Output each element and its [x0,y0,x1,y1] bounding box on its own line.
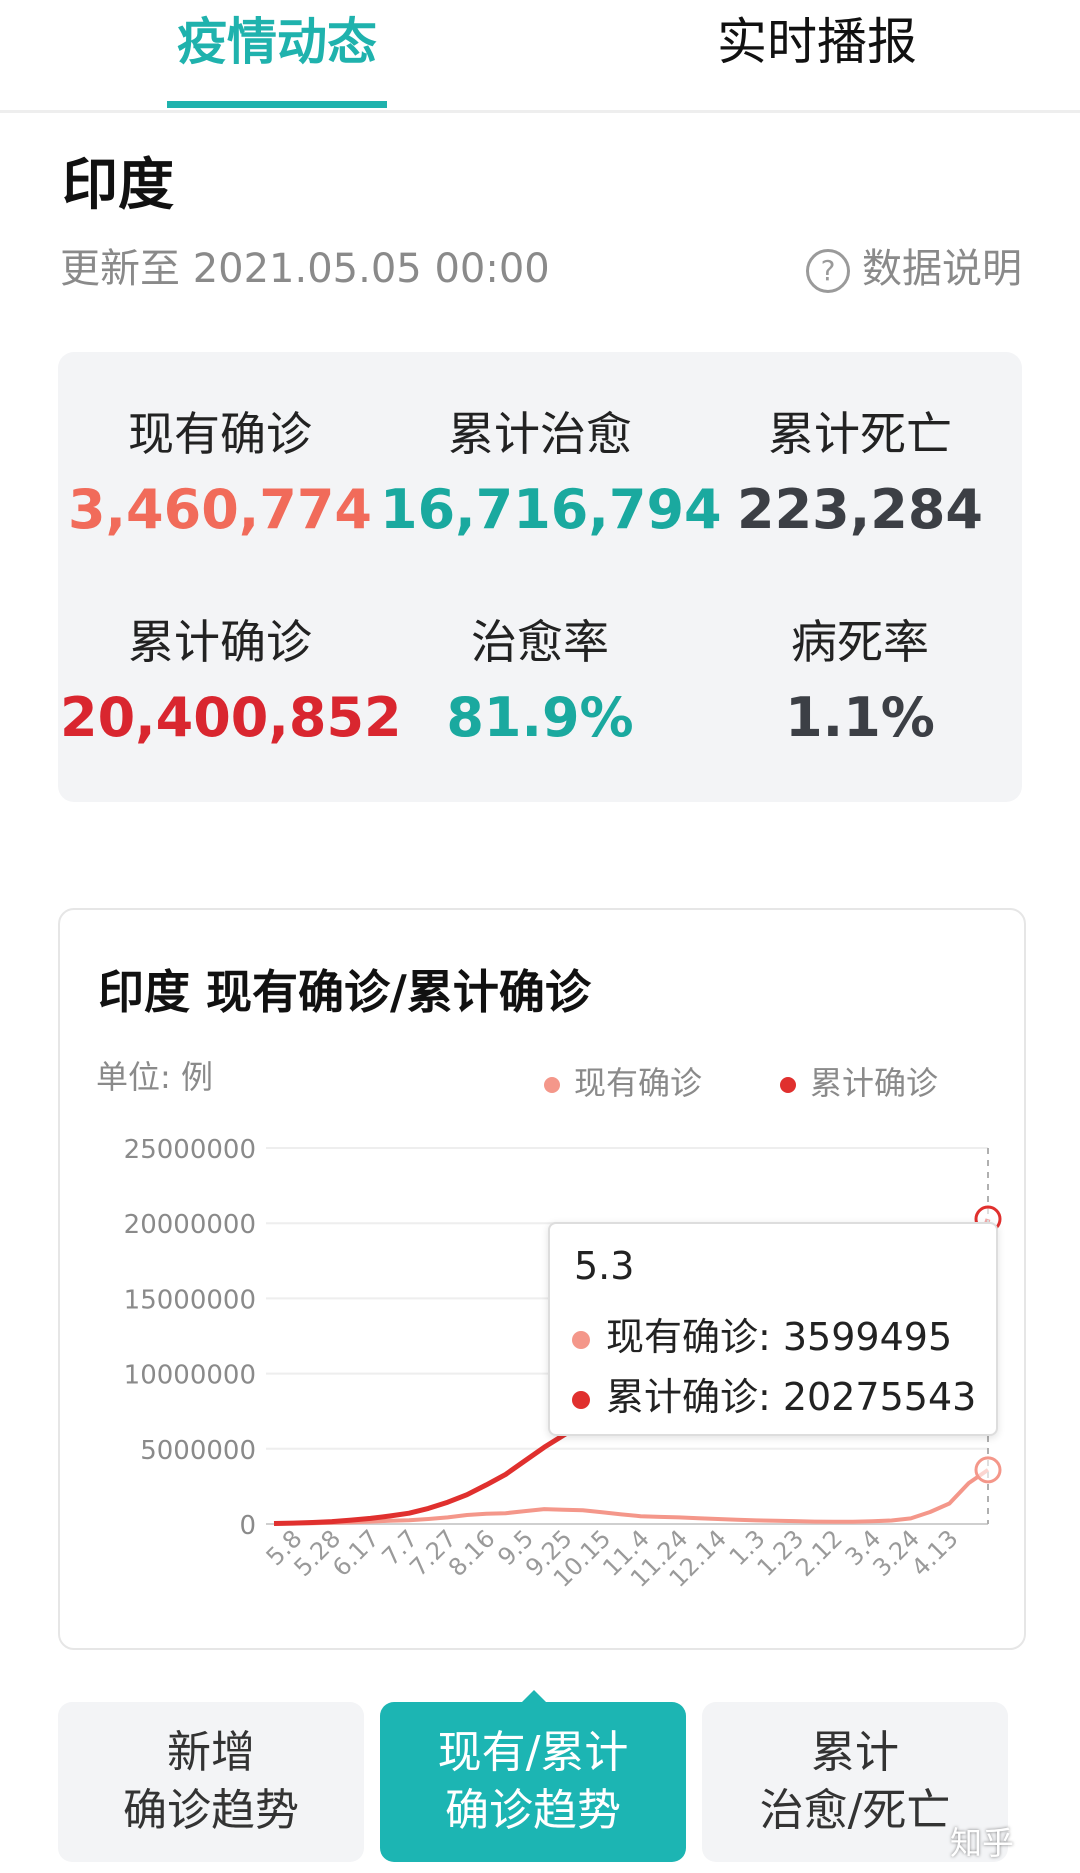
tooltip-dot-total [572,1390,590,1409]
button-line: 新增 [167,1727,255,1778]
watermark-text: 知乎 [950,1824,1015,1862]
tooltip-date: 5.3 [574,1244,635,1288]
x-tick-label: 6.17 [327,1524,385,1582]
tooltip-row-current: 现有确诊: 3599495 [572,1306,952,1361]
x-tick-label: 8.16 [443,1524,501,1582]
y-tick-label: 10000000 [124,1361,256,1391]
button-line: 确诊趋势 [123,1785,299,1836]
x-tick-label: 2.12 [790,1524,848,1582]
tooltip-row-text: 现有确诊: 3599495 [606,1315,953,1359]
button-line: 现有/累计 [437,1727,629,1778]
hover-point-current [974,1456,1002,1484]
y-tick-label: 25000000 [124,1135,256,1165]
y-tick-label: 0 [239,1511,256,1541]
new-confirmed-trend-button[interactable]: 新增 确诊趋势 [58,1702,364,1862]
y-tick-label: 20000000 [124,1210,256,1240]
tooltip-dot-current [572,1330,590,1349]
y-tick-label: 5000000 [140,1436,256,1466]
x-tick-label: 4.13 [906,1524,964,1582]
current-total-trend-button[interactable]: 现有/累计 确诊趋势 [380,1702,686,1862]
tooltip-row-total: 累计确诊: 20275543 [572,1366,976,1421]
button-line: 确诊趋势 [445,1785,621,1836]
tooltip-row-text: 累计确诊: 20275543 [606,1375,977,1419]
line-chart[interactable]: 25000000 20000000 15000000 10000000 5000000 0… [0,0,1080,1873]
y-tick-label: 15000000 [124,1285,256,1315]
button-line: 累计 [811,1727,899,1778]
